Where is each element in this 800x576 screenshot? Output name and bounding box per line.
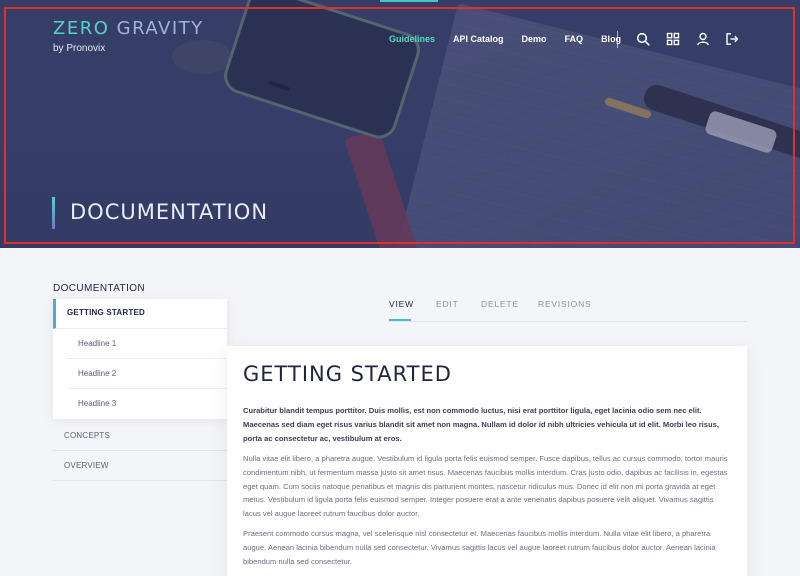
sidebar-divider (53, 450, 227, 451)
lead-paragraph: Curabitur blandit tempus porttitor. Duis… (243, 406, 719, 443)
sidebar-subitem-headline-3[interactable]: Headline 3 (78, 399, 116, 408)
nav-link-guidelines[interactable]: Guidelines (389, 34, 435, 44)
hero-title-accent (52, 197, 55, 229)
grid-icon[interactable] (666, 32, 680, 46)
search-icon[interactable] (636, 32, 650, 46)
sidebar-item-concepts[interactable]: CONCEPTS (64, 431, 110, 440)
sidebar-subitem-headline-1[interactable]: Headline 1 (78, 339, 116, 348)
sidebar-divider (67, 358, 227, 359)
tab-view[interactable]: VIEW (389, 299, 414, 309)
body-paragraph: Praesent commodo cursus magna, vel scele… (243, 529, 716, 566)
logo-byline: by Pronovix (53, 43, 106, 54)
nav-link-faq[interactable]: FAQ (565, 34, 584, 44)
logo-wordmark: ZERO GRAVITY (53, 18, 204, 39)
sidebar-subitem-headline-2[interactable]: Headline 2 (78, 369, 116, 378)
body-paragraph: Nulla vitae elit libero, a pharetra augu… (243, 454, 728, 519)
sidebar-item-label: GETTING STARTED (67, 308, 145, 317)
main-nav: Guidelines API Catalog Demo FAQ Blog (389, 34, 639, 44)
sidebar-item-overview[interactable]: OVERVIEW (64, 461, 109, 470)
page-title: DOCUMENTATION (70, 200, 269, 224)
nav-link-blog[interactable]: Blog (601, 34, 621, 44)
tab-edit[interactable]: EDIT (436, 299, 459, 309)
tab-revisions[interactable]: REVISIONS (538, 299, 592, 309)
nav-link-api-catalog[interactable]: API Catalog (453, 34, 504, 44)
user-icon[interactable] (696, 32, 710, 46)
sidebar-menu-card: GETTING STARTED Headline 1 Headline 2 He… (53, 299, 227, 419)
tabs-divider (389, 321, 747, 322)
sidebar-heading: DOCUMENTATION (53, 283, 146, 294)
logout-icon[interactable] (725, 32, 739, 46)
content-title: GETTING STARTED (243, 362, 452, 386)
sidebar-item-getting-started[interactable]: GETTING STARTED (53, 299, 227, 329)
tab-delete[interactable]: DELETE (481, 299, 519, 309)
sidebar-divider (53, 480, 227, 481)
logo[interactable]: ZERO GRAVITY by Pronovix (53, 18, 204, 54)
content-card: GETTING STARTED Curabitur blandit tempus… (227, 346, 747, 576)
nav-link-demo[interactable]: Demo (522, 34, 547, 44)
top-accent-line (380, 0, 438, 2)
nav-divider (617, 31, 618, 48)
sidebar-divider (67, 388, 227, 389)
